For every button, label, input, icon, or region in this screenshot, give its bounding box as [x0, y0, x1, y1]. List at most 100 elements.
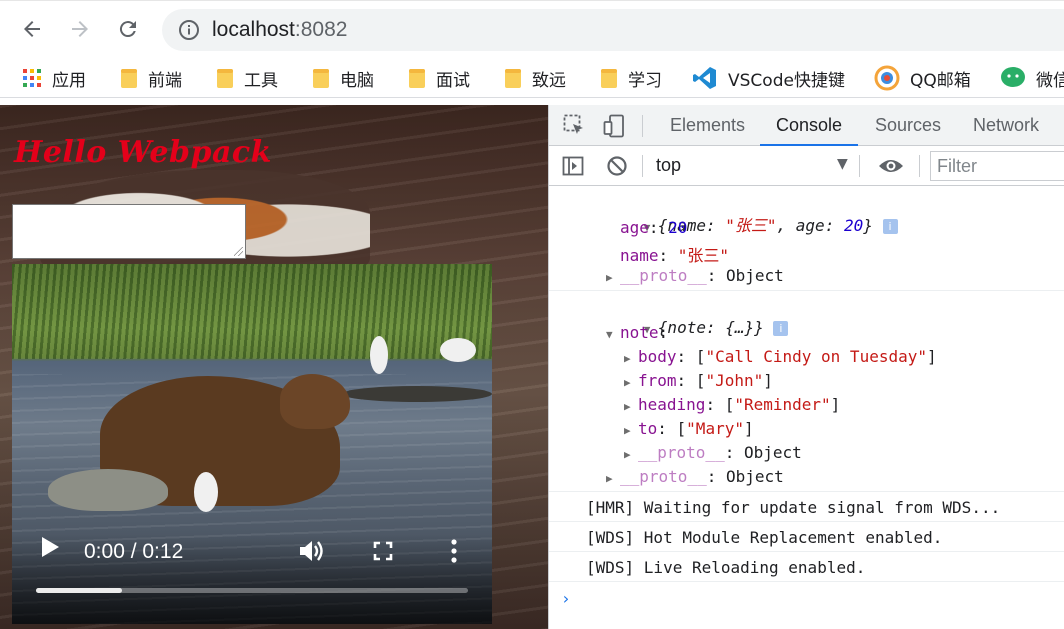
bookmark-folder-tools[interactable]: 工具: [216, 65, 278, 91]
inspect-element-icon[interactable]: [563, 114, 585, 140]
folder-icon: [312, 67, 330, 89]
property-row[interactable]: ▶ heading: ["Reminder"]: [624, 395, 1064, 414]
toolbar-divider: [859, 155, 860, 177]
tab-console[interactable]: Console: [760, 105, 859, 146]
bookmark-label: 面试: [436, 70, 470, 91]
folder-icon: [408, 67, 426, 89]
url-host: localhost: [212, 18, 295, 41]
video-progress-fill: [36, 588, 123, 593]
bookmark-wechat[interactable]: 微信: [1000, 65, 1064, 91]
log-message: [WDS] Live Reloading enabled.: [586, 558, 866, 577]
bookmark-label: 学习: [628, 70, 662, 91]
bookmark-folder-study[interactable]: 学习: [600, 65, 662, 91]
video-player[interactable]: 0:00 / 0:12: [12, 264, 492, 624]
video-progress-bar[interactable]: [36, 588, 468, 593]
tab-sources[interactable]: Sources: [875, 105, 941, 146]
video-frame-grass: [12, 264, 492, 359]
qq-mail-icon: [874, 65, 900, 91]
webpage-viewport: Hello Webpack 0:00 / 0:12: [0, 105, 548, 629]
property-row: age: 20: [620, 218, 688, 237]
bookmark-vscode[interactable]: VSCode快捷键: [692, 65, 845, 91]
clear-console-icon[interactable]: [606, 155, 628, 181]
bookmark-folder-zhiyuan[interactable]: 致远: [504, 65, 566, 91]
bookmark-label: 微信: [1036, 70, 1064, 91]
property-row-proto[interactable]: ▶ __proto__: Object: [606, 266, 1064, 285]
toolbar-divider: [642, 115, 643, 137]
expand-triangle-icon[interactable]: ▶: [624, 376, 638, 389]
expand-triangle-icon[interactable]: ▶: [624, 424, 638, 437]
expand-triangle-icon[interactable]: ▶: [624, 448, 638, 461]
page-title: Hello Webpack: [14, 135, 272, 170]
filter-input[interactable]: [931, 152, 1064, 180]
bookmark-apps[interactable]: 应用: [22, 65, 86, 91]
bookmark-folder-frontend[interactable]: 前端: [120, 65, 182, 91]
play-icon[interactable]: [40, 536, 60, 562]
property-row-proto[interactable]: ▶ __proto__: Object: [606, 467, 1064, 486]
sidebar-toggle-icon[interactable]: [562, 155, 584, 181]
folder-icon: [504, 67, 522, 89]
url-text: localhost:8082: [212, 18, 347, 42]
url-port: :8082: [294, 18, 348, 41]
folder-icon: [120, 67, 138, 89]
property-row[interactable]: ▶ from: ["John"]: [624, 371, 1064, 390]
resize-handle-icon[interactable]: [234, 247, 243, 256]
video-frame-rock: [342, 386, 492, 402]
text-area[interactable]: [12, 204, 246, 259]
video-frame-gull: [194, 472, 218, 512]
reload-button[interactable]: [112, 13, 144, 45]
console-output: ▼ {name: "张三", age: 20} i age: 20 name: "…: [549, 187, 1064, 629]
toolbar-divider: [919, 155, 920, 177]
bookmark-label: 工具: [244, 70, 278, 91]
bookmark-label: 应用: [52, 70, 86, 91]
context-selector[interactable]: top: [656, 155, 681, 176]
bookmark-folder-computer[interactable]: 电脑: [312, 65, 374, 91]
bookmark-label: 致远: [532, 70, 566, 91]
expand-triangle-icon[interactable]: ▶: [606, 472, 620, 485]
console-prompt-icon[interactable]: ›: [561, 589, 571, 608]
folder-icon: [600, 67, 618, 89]
devtools-panel: Elements Console Sources Network top ▼ ▼…: [548, 105, 1064, 629]
devtools-tabbar: Elements Console Sources Network: [549, 105, 1064, 146]
video-frame-gull: [440, 338, 476, 362]
bookmark-label: QQ邮箱: [910, 70, 971, 91]
tab-elements[interactable]: Elements: [670, 105, 745, 146]
address-bar[interactable]: localhost:8082: [162, 9, 1064, 51]
expand-triangle-icon[interactable]: ▶: [624, 352, 638, 365]
log-separator: [549, 521, 1064, 522]
site-info-icon[interactable]: [178, 19, 200, 45]
reload-icon: [119, 21, 136, 38]
property-row[interactable]: ▼ note:: [606, 323, 1064, 342]
video-frame-rock: [48, 469, 168, 511]
log-separator: [549, 290, 1064, 291]
bookmark-folder-interview[interactable]: 面试: [408, 65, 470, 91]
dropdown-arrow-icon[interactable]: ▼: [837, 156, 848, 172]
expand-triangle-icon[interactable]: ▶: [606, 271, 620, 284]
volume-icon[interactable]: [298, 538, 326, 568]
filter-box: [930, 151, 1064, 181]
log-separator: [549, 581, 1064, 582]
video-frame-gull: [370, 336, 388, 374]
device-toolbar-icon[interactable]: [603, 114, 625, 142]
property-row[interactable]: ▶ body: ["Call Cindy on Tuesday"]: [624, 347, 1064, 366]
arrow-right-icon: [72, 21, 88, 37]
browser-toolbar: localhost:8082: [0, 0, 1064, 58]
bookmark-label: 前端: [148, 70, 182, 91]
log-separator: [549, 491, 1064, 492]
property-row[interactable]: ▶ to: ["Mary"]: [624, 419, 1064, 438]
bookmark-label: VSCode快捷键: [728, 70, 845, 91]
fullscreen-icon[interactable]: [373, 541, 393, 565]
forward-button[interactable]: [64, 13, 96, 45]
toolbar-divider: [642, 155, 643, 177]
more-options-icon[interactable]: [450, 538, 458, 568]
log-message: [WDS] Hot Module Replacement enabled.: [586, 528, 943, 547]
expand-triangle-icon[interactable]: ▼: [606, 328, 620, 341]
log-message: [HMR] Waiting for update signal from WDS…: [586, 498, 1001, 517]
tab-network[interactable]: Network: [973, 105, 1039, 146]
video-time: 0:00 / 0:12: [84, 540, 184, 563]
expand-triangle-icon[interactable]: ▶: [624, 400, 638, 413]
eye-icon[interactable]: [878, 156, 904, 180]
apps-grid-icon: [22, 68, 42, 88]
back-button[interactable]: [16, 13, 48, 45]
bookmark-qq-mail[interactable]: QQ邮箱: [874, 65, 971, 91]
property-row-proto[interactable]: ▶ __proto__: Object: [624, 443, 1064, 462]
